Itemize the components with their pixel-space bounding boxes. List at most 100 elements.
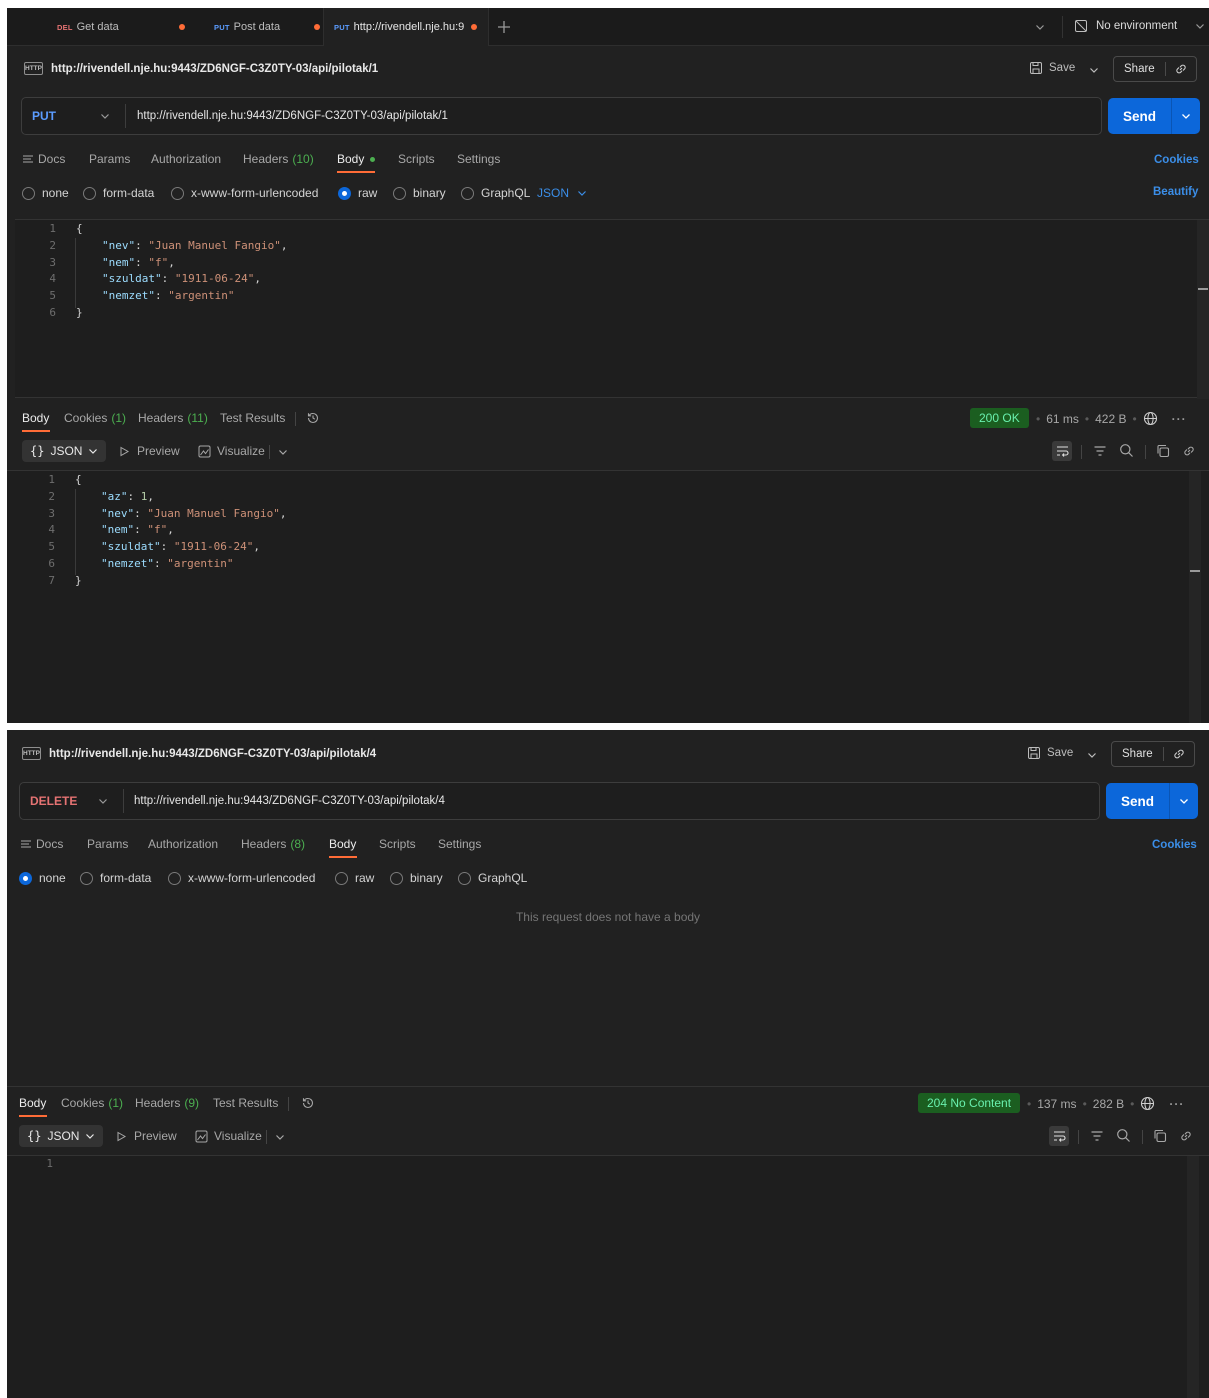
beautify-button[interactable]: Beautify <box>1153 186 1198 198</box>
tab-params[interactable]: Params <box>87 837 128 851</box>
response-body-viewer[interactable]: 1 <box>7 1155 1209 1398</box>
save-options-chevron-icon[interactable] <box>1089 65 1099 75</box>
tab-params[interactable]: Params <box>89 152 130 166</box>
share-button[interactable]: Share <box>1114 62 1166 76</box>
preview-button[interactable]: Preview <box>119 444 180 458</box>
send-button[interactable]: Send <box>1108 98 1172 134</box>
response-size[interactable]: 422 B <box>1095 412 1126 426</box>
radio-none[interactable]: none <box>22 186 69 200</box>
copy-link-icon[interactable] <box>1164 747 1194 761</box>
response-body-viewer[interactable]: 1 {2 "az": 1, 3 "nev": "Juan Manuel Fangio",… <box>7 470 1209 723</box>
response-tab-test-results[interactable]: Test Results <box>220 411 285 425</box>
response-tab-cookies[interactable]: Cookies (1) <box>64 411 126 425</box>
response-tab-test-results[interactable]: Test Results <box>213 1096 278 1110</box>
more-options-icon[interactable]: ··· <box>1172 412 1187 426</box>
tabs-overflow-chevron-icon[interactable] <box>1035 22 1045 32</box>
visualize-chevron-icon[interactable] <box>278 447 288 457</box>
tab-docs[interactable]: Docs <box>20 837 63 851</box>
radio-raw[interactable]: raw <box>338 186 377 200</box>
globe-icon[interactable] <box>1143 411 1158 426</box>
chevron-down-icon <box>88 446 98 456</box>
response-time[interactable]: 137 ms <box>1037 1097 1076 1111</box>
tab-active-put[interactable]: PUT http://rivendell.nje.hu:9 <box>323 8 489 46</box>
response-tab-body[interactable]: Body <box>22 411 49 425</box>
history-icon[interactable] <box>301 1096 315 1110</box>
response-tab-headers[interactable]: Headers (9) <box>135 1096 199 1110</box>
radio-binary[interactable]: binary <box>390 871 443 885</box>
tab-settings[interactable]: Settings <box>438 837 481 851</box>
visualize-button[interactable]: Visualize <box>195 1129 262 1143</box>
tab-headers[interactable]: Headers (8) <box>241 837 305 851</box>
save-button[interactable]: Save <box>1029 61 1075 75</box>
tab-body[interactable]: Body <box>337 152 376 166</box>
tab-settings[interactable]: Settings <box>457 152 500 166</box>
share-button[interactable]: Share <box>1112 747 1164 761</box>
radio-form-data[interactable]: form-data <box>83 186 154 200</box>
request-body-editor[interactable]: 1 {2 "nev": "Juan Manuel Fangio", 3 "nem": "… <box>15 219 1209 399</box>
copy-icon[interactable] <box>1153 1129 1167 1143</box>
raw-format-selector[interactable]: JSON <box>537 186 587 200</box>
method-selector[interactable]: PUT <box>32 98 118 134</box>
response-scrollbar[interactable] <box>1187 1156 1199 1398</box>
radio-none[interactable]: none <box>19 871 66 885</box>
tab-headers[interactable]: Headers (10) <box>243 152 314 166</box>
request-title[interactable]: http://rivendell.nje.hu:9443/ZD6NGF-C3Z0… <box>51 63 378 75</box>
tab-docs[interactable]: Docs <box>22 152 65 166</box>
radio-graphql[interactable]: GraphQL <box>458 871 527 885</box>
tab-scripts[interactable]: Scripts <box>398 152 435 166</box>
status-badge[interactable]: 204 No Content <box>918 1093 1021 1113</box>
editor-scrollbar[interactable] <box>1197 220 1209 399</box>
send-options-chevron-icon[interactable] <box>1172 98 1200 134</box>
tab-post-data[interactable]: PUT Post data <box>204 8 330 46</box>
radio-urlencoded[interactable]: x-www-form-urlencoded <box>171 186 318 200</box>
url-input[interactable]: http://rivendell.nje.hu:9443/ZD6NGF-C3Z0… <box>137 98 448 134</box>
tab-scripts[interactable]: Scripts <box>379 837 416 851</box>
cookies-link[interactable]: Cookies <box>1152 839 1197 851</box>
send-options-chevron-icon[interactable] <box>1170 783 1198 819</box>
response-tab-cookies[interactable]: Cookies (1) <box>61 1096 123 1110</box>
status-badge[interactable]: 200 OK <box>970 408 1029 428</box>
cookies-link[interactable]: Cookies <box>1154 154 1199 166</box>
filter-icon[interactable] <box>1093 444 1107 458</box>
response-time[interactable]: 61 ms <box>1046 412 1079 426</box>
new-tab-plus-icon[interactable] <box>497 20 511 34</box>
tab-body[interactable]: Body <box>329 837 356 851</box>
filter-icon[interactable] <box>1090 1129 1104 1143</box>
tab-authorization[interactable]: Authorization <box>148 837 218 851</box>
request-title[interactable]: http://rivendell.nje.hu:9443/ZD6NGF-C3Z0… <box>49 748 376 760</box>
response-scrollbar[interactable] <box>1189 471 1201 723</box>
visualize-button[interactable]: Visualize <box>198 444 265 458</box>
search-icon[interactable] <box>1116 1128 1131 1143</box>
preview-button[interactable]: Preview <box>116 1129 177 1143</box>
radio-form-data[interactable]: form-data <box>80 871 151 885</box>
url-input[interactable]: http://rivendell.nje.hu:9443/ZD6NGF-C3Z0… <box>134 783 445 819</box>
tab-authorization[interactable]: Authorization <box>151 152 221 166</box>
wrap-lines-icon[interactable] <box>1052 441 1072 461</box>
radio-binary[interactable]: binary <box>393 186 446 200</box>
environment-selector[interactable]: No environment <box>1074 19 1205 33</box>
save-button[interactable]: Save <box>1027 746 1073 760</box>
radio-raw[interactable]: raw <box>335 871 374 885</box>
response-size[interactable]: 282 B <box>1093 1097 1124 1111</box>
response-tab-headers[interactable]: Headers (11) <box>138 411 208 425</box>
radio-urlencoded[interactable]: x-www-form-urlencoded <box>168 871 315 885</box>
visualize-chevron-icon[interactable] <box>275 1132 285 1142</box>
search-icon[interactable] <box>1119 443 1134 458</box>
response-tab-body[interactable]: Body <box>19 1096 46 1110</box>
more-options-icon[interactable]: ··· <box>1169 1097 1184 1111</box>
response-format-selector[interactable]: {} JSON <box>22 440 107 462</box>
tab-label: Headers <box>241 837 287 851</box>
copy-link-icon[interactable] <box>1166 62 1196 76</box>
tab-get-data[interactable]: DEL Get data <box>47 8 195 46</box>
copy-icon[interactable] <box>1156 444 1170 458</box>
link-icon[interactable] <box>1179 1129 1193 1143</box>
radio-graphql[interactable]: GraphQL <box>461 186 530 200</box>
globe-icon[interactable] <box>1140 1096 1155 1111</box>
save-options-chevron-icon[interactable] <box>1087 750 1097 760</box>
response-format-selector[interactable]: {} JSON <box>19 1125 104 1147</box>
link-icon[interactable] <box>1182 444 1196 458</box>
send-button[interactable]: Send <box>1106 783 1170 819</box>
method-selector[interactable]: DELETE <box>30 783 116 819</box>
wrap-lines-icon[interactable] <box>1049 1126 1069 1146</box>
history-icon[interactable] <box>306 411 320 425</box>
